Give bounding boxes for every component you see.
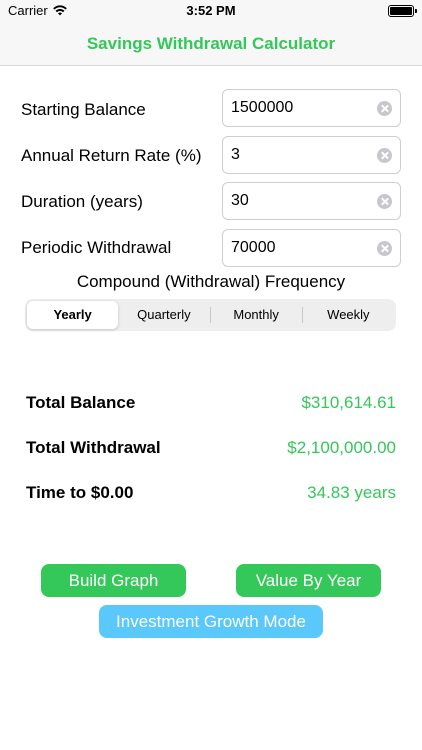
- duration-label: Duration (years): [21, 192, 143, 211]
- clear-icon[interactable]: [377, 101, 392, 116]
- investment-growth-mode-button[interactable]: Investment Growth Mode: [99, 605, 323, 638]
- annual-return-label: Annual Return Rate (%): [21, 146, 202, 165]
- nav-bar: Savings Withdrawal Calculator: [0, 22, 422, 66]
- clear-icon[interactable]: [377, 148, 392, 163]
- periodic-withdrawal-field[interactable]: 70000: [222, 229, 401, 267]
- clear-icon[interactable]: [377, 241, 392, 256]
- build-graph-button[interactable]: Build Graph: [41, 564, 186, 597]
- duration-field[interactable]: 30: [222, 182, 401, 220]
- starting-balance-value[interactable]: 1500000: [231, 99, 293, 117]
- segment-monthly[interactable]: Monthly: [211, 301, 302, 329]
- segment-weekly[interactable]: Weekly: [303, 301, 394, 329]
- total-withdrawal-value: $2,100,000.00: [287, 438, 396, 457]
- starting-balance-field[interactable]: 1500000: [222, 89, 401, 127]
- clock: 3:52 PM: [186, 3, 236, 18]
- starting-balance-label: Starting Balance: [21, 100, 146, 119]
- total-withdrawal-label: Total Withdrawal: [26, 438, 161, 457]
- segment-yearly[interactable]: Yearly: [27, 301, 119, 329]
- frequency-segmented-control[interactable]: Yearly Quarterly Monthly Weekly: [25, 299, 396, 331]
- total-balance-label: Total Balance: [26, 393, 136, 412]
- time-to-zero-value: 34.83 years: [307, 483, 396, 502]
- time-to-zero-label: Time to $0.00: [26, 483, 134, 502]
- total-balance-value: $310,614.61: [301, 393, 396, 412]
- segment-quarterly[interactable]: Quarterly: [118, 301, 209, 329]
- periodic-withdrawal-value[interactable]: 70000: [231, 239, 276, 257]
- clear-icon[interactable]: [377, 194, 392, 209]
- value-by-year-button[interactable]: Value By Year: [236, 564, 381, 597]
- battery-icon: [388, 5, 417, 17]
- status-bar: Carrier 3:52 PM: [0, 0, 422, 22]
- periodic-withdrawal-label: Periodic Withdrawal: [21, 238, 172, 257]
- page-title: Savings Withdrawal Calculator: [86, 34, 336, 53]
- annual-return-field[interactable]: 3: [222, 136, 401, 174]
- duration-value[interactable]: 30: [231, 192, 249, 210]
- annual-return-value[interactable]: 3: [231, 146, 240, 164]
- frequency-label: Compound (Withdrawal) Frequency: [76, 272, 346, 291]
